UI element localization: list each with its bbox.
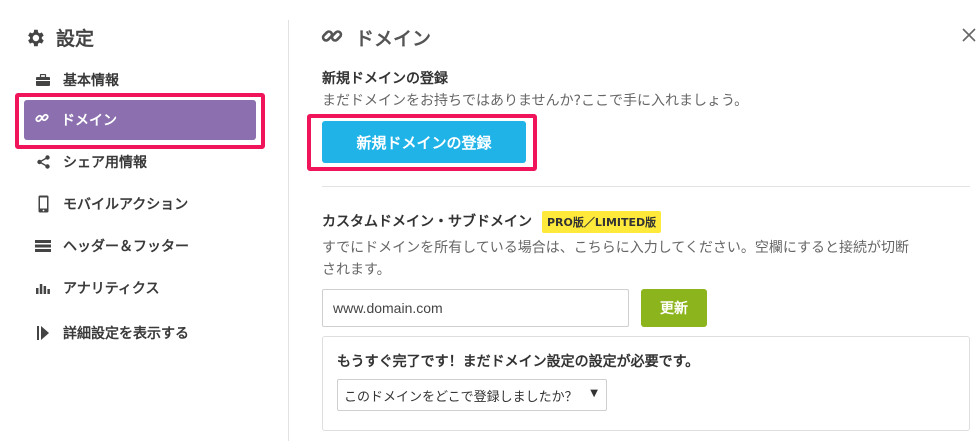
gear-icon [24,27,46,49]
sidebar-item-label: シェア用情報 [63,155,147,171]
sidebar-header: 設定 [24,24,94,51]
plan-badge: PRO版／LIMITED版 [542,211,662,233]
setup-notice: もうすぐ完了です！まだドメイン設定の設定が必要です。 このドメインをどこで登録し… [322,336,970,431]
custom-domain-description-line1: すでにドメインを所有している場合は、こちらに入力してください。空欄にすると接続が… [322,240,910,256]
close-button[interactable] [960,26,978,44]
domain-input[interactable] [322,289,629,327]
dropdown-arrow-icon: ▼ [590,388,598,399]
play-bar-icon [35,326,51,340]
sidebar-item-label: 基本情報 [63,73,119,89]
sidebar-item-label: 詳細設定を表示する [63,326,189,342]
panel-header: ドメイン [321,24,431,51]
sidebar-divider [288,20,289,441]
sidebar-item-header-footer[interactable]: ヘッダー＆フッター [35,236,189,256]
header-footer-icon [35,240,51,252]
bar-chart-icon [35,282,51,294]
briefcase-icon [35,74,51,86]
settings-sidebar: 設定 基本情報 ドメイン シェア用情報 モバイルアクション ヘッダー＆フッター [0,0,289,441]
custom-domain-label: カスタムドメイン・サブドメイン PRO版／LIMITED版 [322,211,662,233]
sidebar-item-analytics[interactable]: アナリティクス [35,278,159,298]
sidebar-item-share-info[interactable]: シェア用情報 [35,152,147,172]
close-icon [960,28,978,48]
sidebar-item-label: アナリティクス [63,281,160,297]
sidebar-item-basic-info[interactable]: 基本情報 [35,70,119,90]
update-button[interactable]: 更新 [641,289,707,327]
mobile-icon [35,195,51,213]
custom-domain-label-text: カスタムドメイン・サブドメイン [322,214,532,230]
sidebar-item-advanced-settings[interactable]: 詳細設定を表示する [35,323,189,343]
sidebar-item-label: ドメイン [61,113,117,129]
registrar-select-value: このドメインをどこで登録しましたか？ [344,389,578,405]
sidebar-item-label: ヘッダー＆フッター [63,239,189,255]
registrar-select[interactable]: このドメインをどこで登録しましたか？ ▼ [337,379,607,411]
register-domain-button[interactable]: 新規ドメインの登録 [322,121,526,163]
sidebar-item-mobile-action[interactable]: モバイルアクション [35,194,188,214]
link-icon [35,111,49,129]
share-icon [35,155,51,169]
new-domain-description: まだドメインをお持ちではありませんか?ここで手に入れましょう。 [322,93,749,109]
custom-domain-description-line2: されます。 [322,262,391,278]
section-divider [322,186,970,187]
sidebar-title: 設定 [56,28,95,50]
page-title: ドメイン [355,28,432,50]
new-domain-label: 新規ドメインの登録 [322,71,448,87]
link-icon [321,25,343,51]
notice-title: もうすぐ完了です！まだドメイン設定の設定が必要です。 [337,354,700,370]
sidebar-item-domain[interactable]: ドメイン [24,100,256,140]
sidebar-item-label: モバイルアクション [63,197,189,213]
